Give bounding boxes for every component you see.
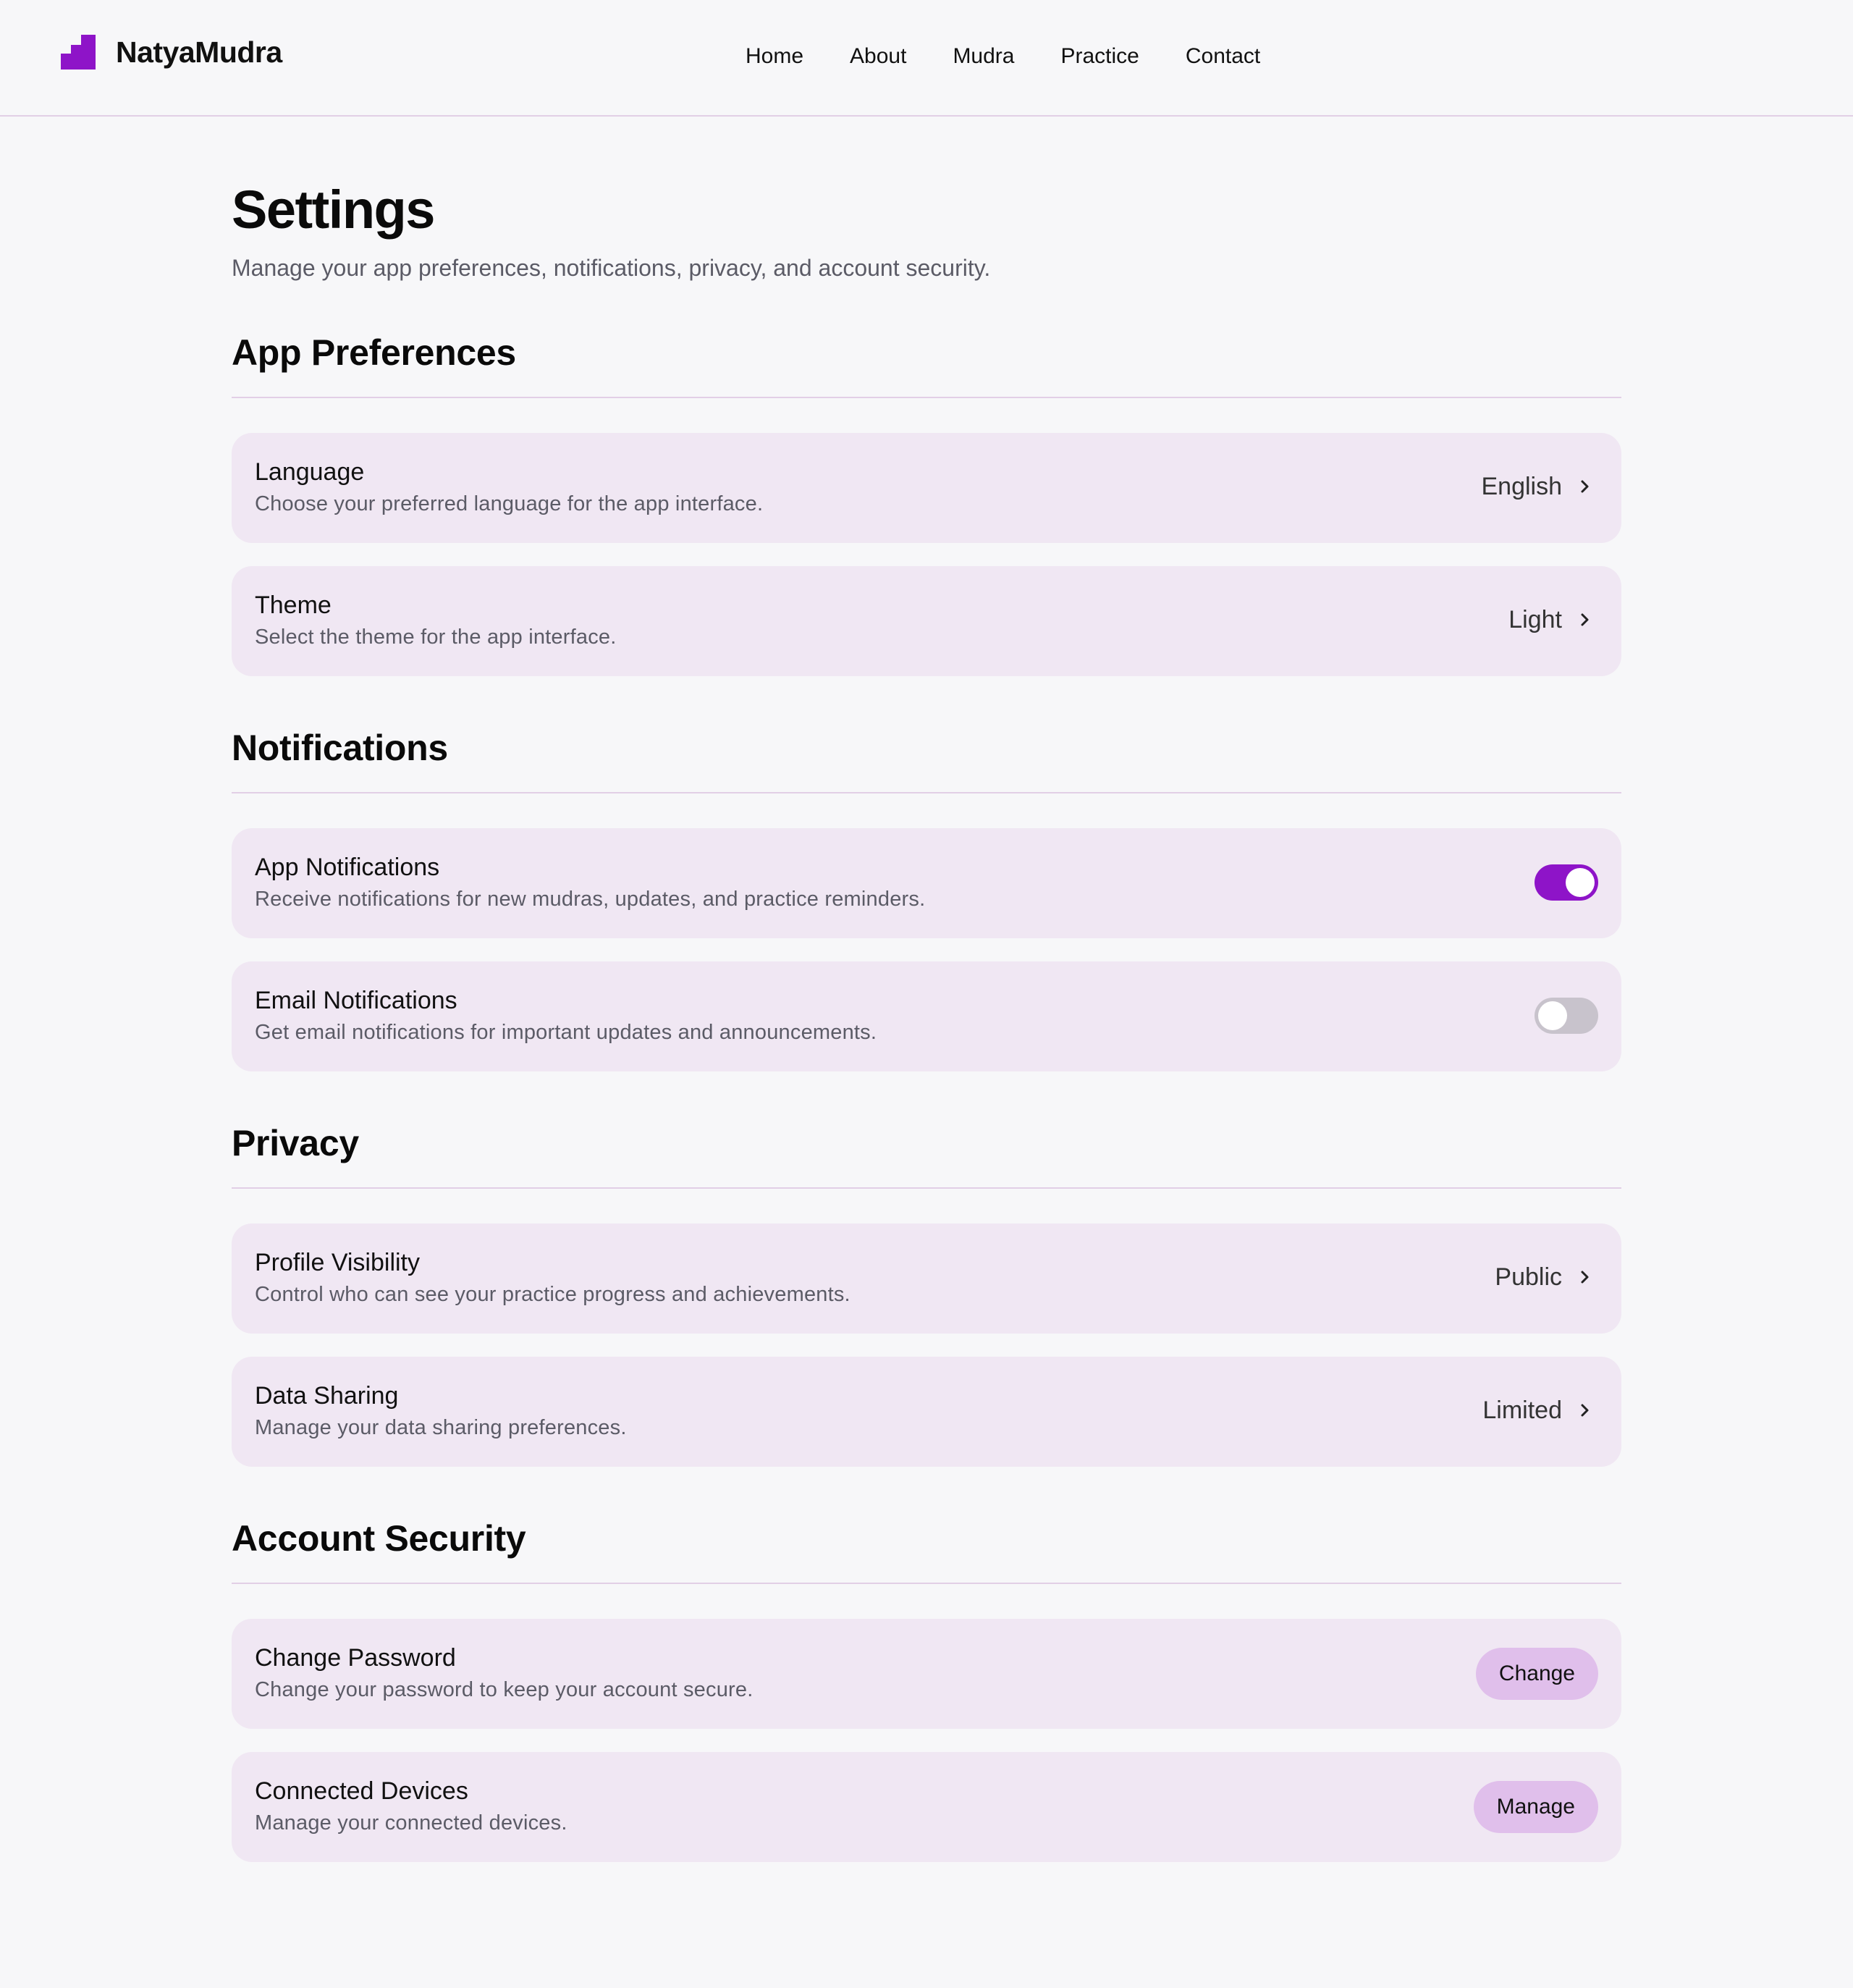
setting-description: Manage your data sharing preferences. <box>255 1416 627 1439</box>
nav-practice[interactable]: Practice <box>1060 39 1139 74</box>
section-title: App Preferences <box>232 332 516 373</box>
setting-description: Choose your preferred language for the a… <box>255 492 764 515</box>
setting-label: Data Sharing <box>255 1382 399 1410</box>
setting-label: Theme <box>255 591 332 619</box>
email-notifications-toggle[interactable] <box>1535 998 1598 1034</box>
language-selector[interactable]: English <box>1481 469 1592 504</box>
section-title: Notifications <box>232 728 448 768</box>
page-subtitle: Manage your app preferences, notificatio… <box>232 255 991 281</box>
toggle-knob <box>1566 868 1595 897</box>
setting-description: Receive notifications for new mudras, up… <box>255 888 926 911</box>
setting-profile-visibility[interactable]: Profile Visibility Control who can see y… <box>232 1223 1621 1334</box>
settings-main: Settings Manage your app preferences, no… <box>232 174 1621 1885</box>
theme-selector[interactable]: Light <box>1508 602 1592 637</box>
brand-name: NatyaMudra <box>116 35 282 69</box>
setting-label: Connected Devices <box>255 1777 468 1805</box>
brand[interactable]: NatyaMudra <box>61 35 282 70</box>
profile-visibility-selector[interactable]: Public <box>1495 1260 1592 1294</box>
setting-email-notifications: Email Notifications Get email notificati… <box>232 961 1621 1071</box>
setting-description: Manage your connected devices. <box>255 1811 567 1835</box>
toggle-knob <box>1538 1001 1567 1030</box>
section-title: Privacy <box>232 1123 359 1163</box>
change-password-button[interactable]: Change <box>1475 1648 1598 1700</box>
setting-label: Language <box>255 458 365 486</box>
nav-about[interactable]: About <box>850 39 906 74</box>
setting-description: Control who can see your practice progre… <box>255 1283 850 1306</box>
chevron-right-icon <box>1581 613 1589 626</box>
section-title: Account Security <box>232 1518 526 1559</box>
section-privacy: Privacy Profile Visibility Control who c… <box>232 1118 1621 1467</box>
setting-connected-devices: Connected Devices Manage your connected … <box>232 1752 1621 1862</box>
section-account-security: Account Security Change Password Change … <box>232 1513 1621 1862</box>
setting-change-password: Change Password Change your password to … <box>232 1619 1621 1729</box>
setting-description: Get email notifications for important up… <box>255 1021 877 1044</box>
section-divider <box>232 792 1621 793</box>
setting-label: App Notifications <box>255 854 440 881</box>
manage-devices-button[interactable]: Manage <box>1473 1781 1598 1833</box>
setting-data-sharing[interactable]: Data Sharing Manage your data sharing pr… <box>232 1357 1621 1467</box>
main-nav: Home About Mudra Practice Contact <box>746 39 1260 74</box>
data-sharing-selector[interactable]: Limited <box>1482 1393 1592 1428</box>
nav-contact[interactable]: Contact <box>1186 39 1260 74</box>
nav-mudra[interactable]: Mudra <box>953 39 1014 74</box>
setting-label: Profile Visibility <box>255 1249 421 1276</box>
setting-description: Change your password to keep your accoun… <box>255 1678 754 1701</box>
setting-label: Email Notifications <box>255 987 457 1014</box>
setting-value: English <box>1481 473 1562 500</box>
setting-value: Limited <box>1482 1397 1562 1424</box>
setting-theme[interactable]: Theme Select the theme for the app inter… <box>232 566 1621 676</box>
section-divider <box>232 397 1621 398</box>
setting-value: Light <box>1508 606 1562 633</box>
chevron-right-icon <box>1581 1271 1589 1284</box>
setting-label: Change Password <box>255 1644 456 1672</box>
setting-value: Public <box>1495 1263 1562 1291</box>
setting-language[interactable]: Language Choose your preferred language … <box>232 433 1621 543</box>
setting-app-notifications: App Notifications Receive notifications … <box>232 828 1621 938</box>
chevron-right-icon <box>1581 1404 1589 1417</box>
app-notifications-toggle[interactable] <box>1535 864 1598 901</box>
section-divider <box>232 1583 1621 1584</box>
top-header: NatyaMudra Home About Mudra Practice Con… <box>0 0 1853 117</box>
chevron-right-icon <box>1581 480 1589 493</box>
nav-home[interactable]: Home <box>746 39 803 74</box>
section-app-preferences: App Preferences Language Choose your pre… <box>232 327 1621 676</box>
setting-description: Select the theme for the app interface. <box>255 626 617 649</box>
steps-logo-icon <box>61 35 96 70</box>
page-title: Settings <box>232 180 435 240</box>
section-notifications: Notifications App Notifications Receive … <box>232 723 1621 1071</box>
section-divider <box>232 1187 1621 1189</box>
